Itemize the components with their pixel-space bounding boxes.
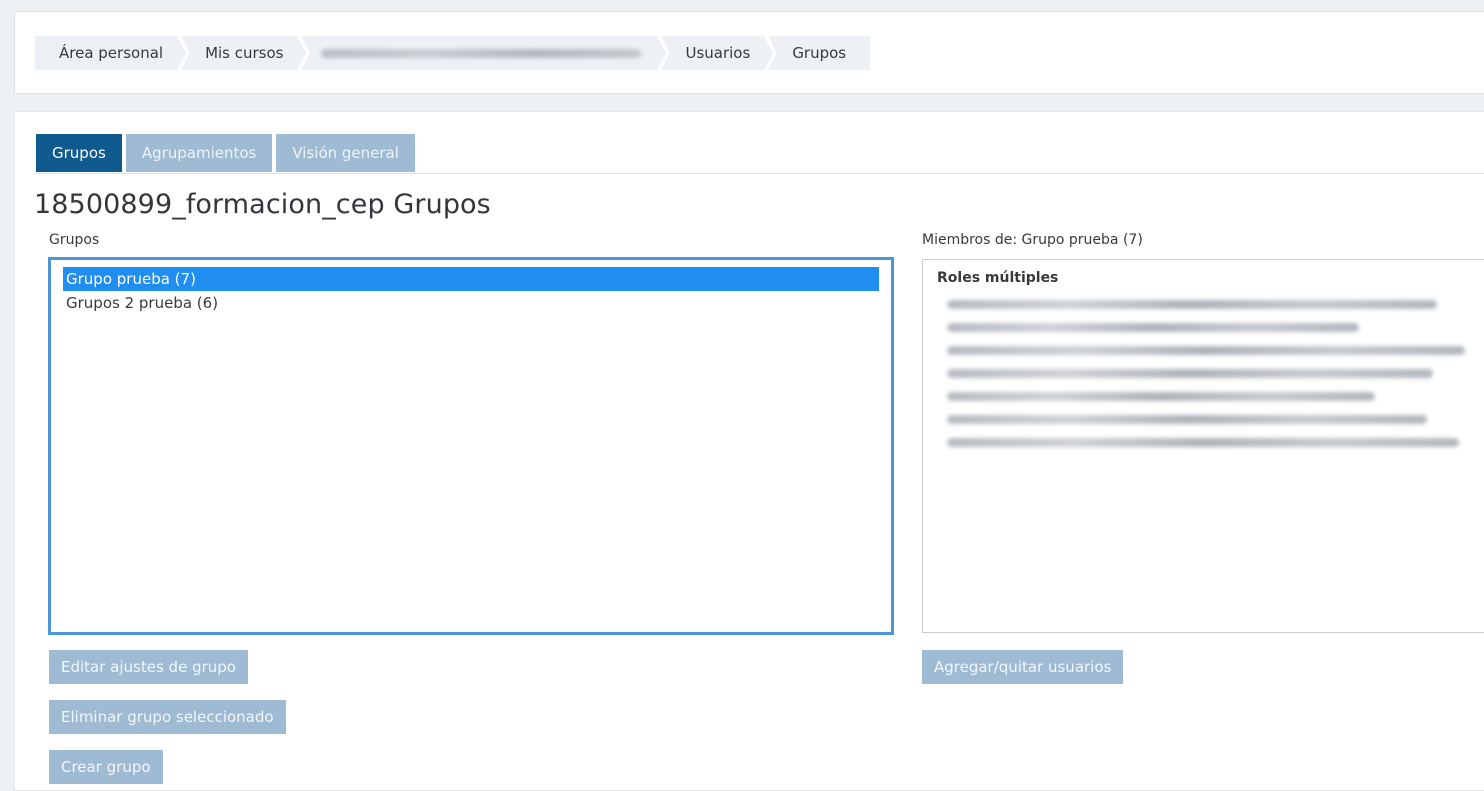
redacted-member [947,346,1465,355]
tab-bar: Grupos Agrupamientos Visión general [36,134,415,172]
breadcrumb-label: Área personal [59,44,164,62]
breadcrumb-item-grupos[interactable]: Grupos [768,36,871,70]
breadcrumb-item-area-personal[interactable]: Área personal [35,36,191,70]
page-title: 18500899_formacion_cep Grupos [34,189,491,220]
members-role-heading: Roles múltiples [937,270,1059,286]
breadcrumb-label: Grupos [792,44,847,62]
tab-vision-general[interactable]: Visión general [276,134,415,172]
groups-select[interactable]: Grupo prueba (7) Grupos 2 prueba (6) [48,257,894,635]
redacted-member [947,415,1427,424]
tab-grupos[interactable]: Grupos [36,134,122,172]
groups-label: Grupos [49,232,100,248]
redacted-course-name [321,48,642,58]
breadcrumb: Área personal Mis cursos Usuarios Grupos [35,36,874,70]
breadcrumb-card: Área personal Mis cursos Usuarios Grupos [14,11,1484,94]
redacted-member [947,392,1375,401]
redacted-member [947,300,1437,309]
group-option[interactable]: Grupo prueba (7) [63,267,879,291]
main-content: Grupos Agrupamientos Visión general 1850… [14,111,1484,791]
create-group-button[interactable]: Crear grupo [49,750,163,784]
add-remove-users-button[interactable]: Agregar/quitar usuarios [922,650,1124,684]
redacted-member [947,438,1459,447]
members-label: Miembros de: Grupo prueba (7) [922,232,1143,248]
breadcrumb-item-mis-cursos[interactable]: Mis cursos [181,36,311,70]
group-option[interactable]: Grupos 2 prueba (6) [63,291,879,315]
breadcrumb-item-usuarios[interactable]: Usuarios [661,36,778,70]
tabs-divider [36,173,1484,174]
tab-agrupamientos[interactable]: Agrupamientos [125,134,273,172]
breadcrumb-item-course-redacted[interactable] [301,36,671,70]
edit-group-button[interactable]: Editar ajustes de grupo [49,650,248,684]
redacted-member [947,323,1359,332]
redacted-member [947,369,1433,378]
breadcrumb-label: Usuarios [685,44,751,62]
members-list[interactable]: Roles múltiples [922,259,1484,633]
delete-group-button[interactable]: Eliminar grupo seleccionado [49,700,286,734]
breadcrumb-label: Mis cursos [205,44,284,62]
